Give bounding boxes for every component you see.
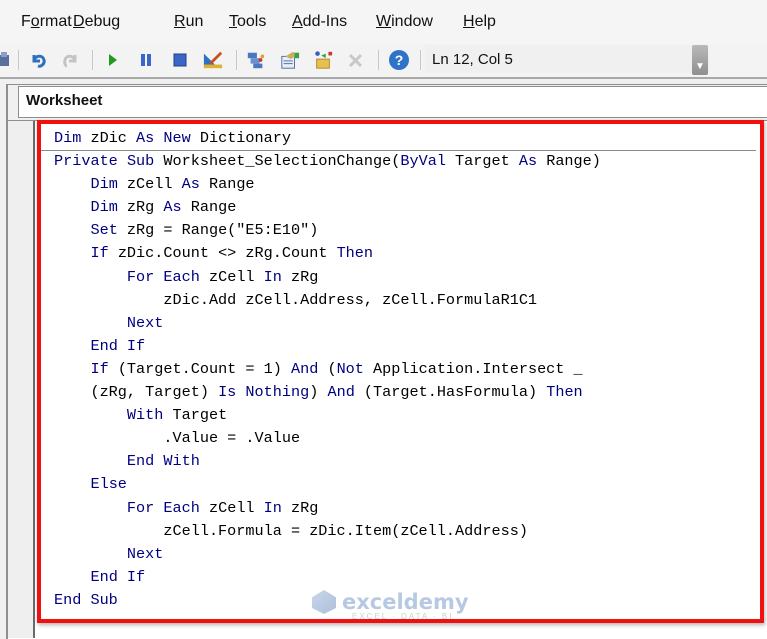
menu-add-ins[interactable]: Add-Ins (292, 13, 347, 31)
run-icon[interactable] (103, 50, 123, 70)
object-combobox[interactable]: Worksheet (18, 86, 767, 118)
redo-icon[interactable] (60, 50, 80, 70)
toolbar-separator (18, 50, 19, 70)
watermark: exceldemy EXCEL · DATA · BI (312, 590, 469, 621)
margin-indicator-bar[interactable] (8, 121, 35, 638)
menu-bar: Format Debug Run Tools Add-Ins Window He… (0, 0, 767, 44)
object-browser-icon[interactable] (313, 50, 333, 70)
properties-window-icon[interactable] (280, 50, 300, 70)
watermark-tagline: EXCEL · DATA · BI (352, 612, 454, 621)
toolbar-separator (378, 50, 379, 70)
toolbox-icon[interactable] (346, 50, 366, 70)
menu-help[interactable]: Help (463, 13, 496, 31)
menu-run[interactable]: Run (174, 13, 203, 31)
design-mode-icon[interactable] (203, 50, 223, 70)
break-icon[interactable] (136, 50, 156, 70)
menu-window[interactable]: Window (376, 13, 433, 31)
project-explorer-icon[interactable] (246, 50, 266, 70)
highlight-annotation-box (37, 120, 764, 623)
help-icon[interactable]: ? (388, 49, 410, 71)
toolbar-separator (236, 50, 237, 70)
chevron-down-icon: ▼ (695, 61, 705, 72)
undo-icon[interactable] (29, 50, 49, 70)
watermark-name: exceldemy (342, 590, 469, 614)
svg-text:?: ? (395, 52, 404, 68)
toolbar-options-handle[interactable]: ▼ (692, 45, 708, 75)
menu-format[interactable]: Format (21, 13, 72, 31)
cursor-position: Ln 12, Col 5 (432, 51, 513, 68)
toolbar-separator (92, 50, 93, 70)
exceldemy-logo-icon (312, 590, 336, 614)
find-icon[interactable] (0, 50, 14, 70)
reset-icon[interactable] (170, 50, 190, 70)
menu-tools[interactable]: Tools (229, 13, 266, 31)
menu-debug[interactable]: Debug (73, 13, 120, 31)
object-combobox-value: Worksheet (26, 92, 103, 109)
toolbar-separator (420, 50, 421, 70)
